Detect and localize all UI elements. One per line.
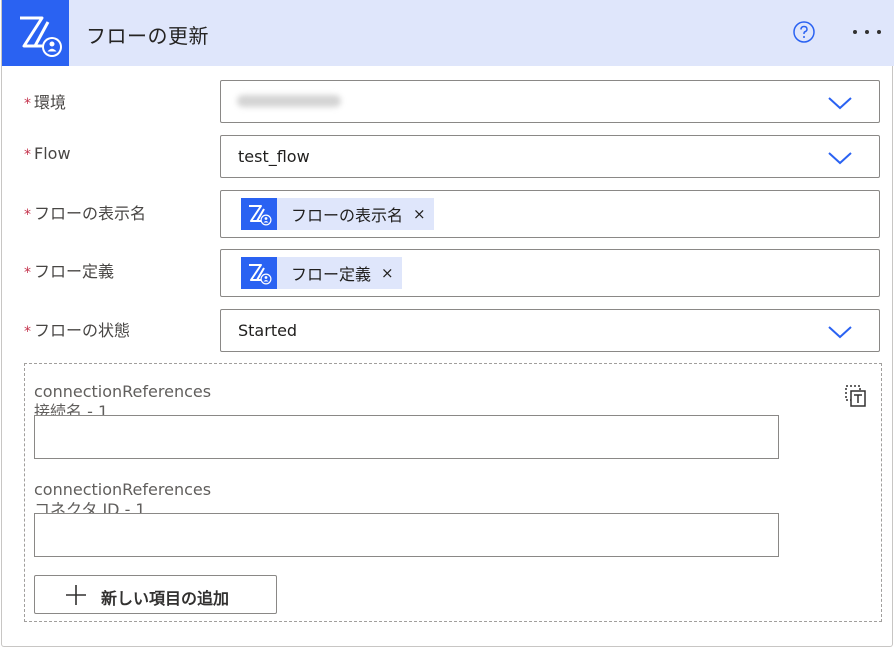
chevron-down-icon[interactable]	[827, 324, 853, 340]
connection-name-input[interactable]	[34, 415, 779, 459]
state-dropdown[interactable]: Started	[220, 309, 880, 352]
action-title: フローの更新	[86, 24, 209, 48]
state-value: Started	[238, 321, 298, 340]
power-automate-flow-icon	[241, 257, 277, 289]
display-name-label: * フローの表示名	[24, 204, 147, 223]
state-label: * フローの状態	[24, 321, 131, 340]
card-header[interactable]: フローの更新	[2, 0, 894, 66]
dynamic-content-token[interactable]: フローの表示名 ×	[241, 198, 434, 230]
chevron-down-icon[interactable]	[827, 150, 853, 166]
add-new-item-button[interactable]: 新しい項目の追加	[34, 575, 277, 614]
display-name-input[interactable]: フローの表示名 ×	[220, 190, 880, 238]
flow-dropdown[interactable]: test_flow	[220, 135, 880, 178]
power-automate-flow-icon	[241, 198, 277, 230]
definition-label: * フロー定義	[24, 262, 115, 281]
power-automate-flow-icon	[2, 0, 69, 66]
switch-to-text-input-icon[interactable]	[843, 383, 869, 409]
token-label: フローの表示名	[291, 206, 404, 225]
environment-dropdown[interactable]	[220, 80, 880, 123]
flow-value: test_flow	[238, 147, 310, 166]
remove-token-button[interactable]: ×	[413, 205, 426, 223]
environment-value-redacted	[237, 95, 341, 107]
help-circle-icon[interactable]	[792, 20, 816, 44]
more-ellipsis-icon[interactable]	[847, 22, 887, 42]
flow-action-card: フローの更新 * 環境 * Flow test_flow * フローの表示名 フ…	[1, 0, 894, 647]
definition-input[interactable]: フロー定義 ×	[220, 249, 880, 297]
token-label: フロー定義	[291, 265, 372, 284]
connection-references-array: connectionReferences 接続名 - 1 connectionR…	[24, 363, 882, 622]
chevron-down-icon[interactable]	[827, 95, 853, 111]
connector-id-input[interactable]	[34, 513, 779, 557]
plus-icon	[66, 585, 86, 605]
remove-token-button[interactable]: ×	[381, 264, 394, 282]
environment-label: * 環境	[24, 93, 67, 112]
flow-label: * Flow	[24, 144, 71, 163]
dynamic-content-token[interactable]: フロー定義 ×	[241, 257, 402, 289]
